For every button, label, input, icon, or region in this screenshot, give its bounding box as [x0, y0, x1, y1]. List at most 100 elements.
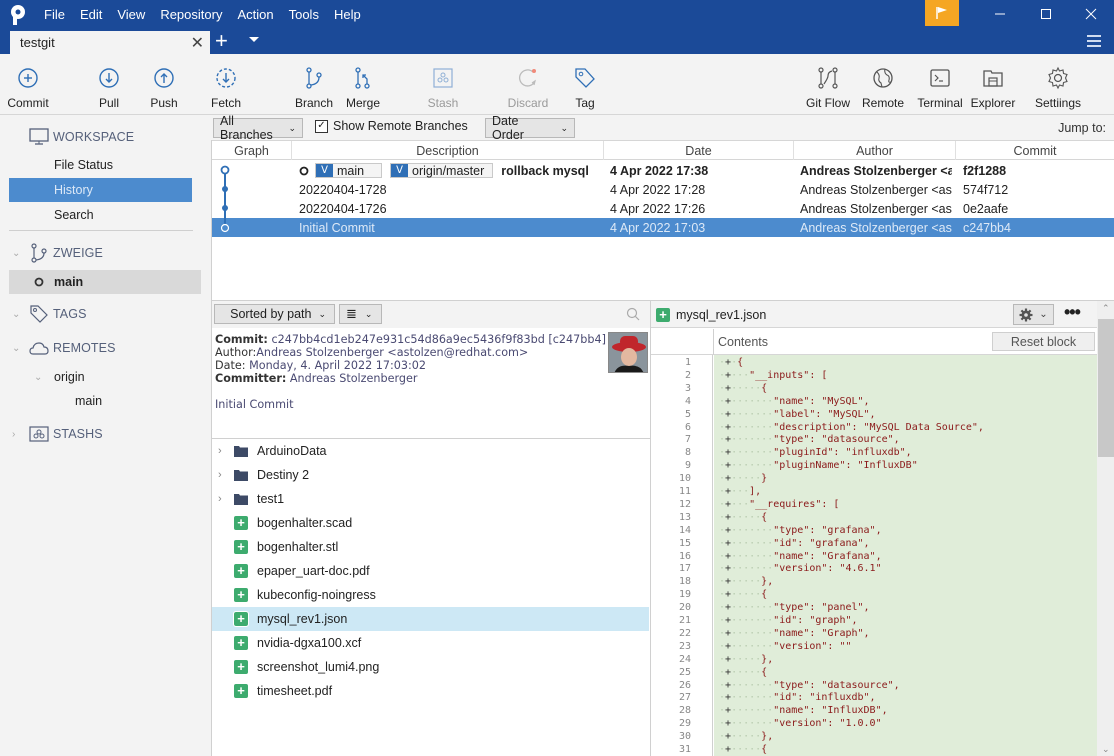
chevron-right-icon[interactable]: › — [218, 469, 222, 481]
chevron-down-icon[interactable]: ⌄ — [12, 309, 20, 320]
date-cell: 4 Apr 2022 17:28 — [610, 182, 706, 197]
column-graph[interactable]: Graph — [212, 141, 292, 160]
date-cell: 4 Apr 2022 17:03 — [610, 220, 706, 235]
terminal-button[interactable]: Terminal — [916, 54, 964, 114]
sidebar-section-branches[interactable]: ⌄ ZWEIGE — [0, 240, 210, 266]
new-tab-button[interactable]: + — [215, 29, 228, 53]
sidebar-item-history[interactable]: History — [9, 178, 192, 202]
tab-testgit[interactable]: testgit ✕ — [10, 31, 210, 54]
file-row[interactable]: + epaper_uart-doc.pdf — [212, 559, 649, 583]
branch-badge-main[interactable]: ⴸ main — [315, 163, 382, 178]
commit-author: Andreas Stolzenberger <astolzen@redhat.c… — [256, 346, 529, 359]
file-row[interactable]: + bogenhalter.scad — [212, 511, 649, 535]
branches-dropdown[interactable]: All Branches ⌄ — [213, 114, 303, 142]
hamburger-menu-icon[interactable] — [1087, 35, 1101, 50]
stash-button[interactable]: Stash — [424, 54, 462, 114]
chevron-down-icon[interactable]: ⌄ — [12, 343, 20, 354]
sidebar-remote-origin[interactable]: ⌄ origin — [9, 365, 192, 389]
maximize-button[interactable] — [1023, 0, 1069, 28]
sidebar-section-remotes[interactable]: ⌄ REMOTES — [0, 335, 210, 361]
column-description[interactable]: Description — [292, 141, 604, 160]
tab-close-icon[interactable]: ✕ — [191, 33, 204, 53]
chevron-right-icon[interactable]: › — [218, 493, 222, 505]
folder-row[interactable]: › Destiny 2 — [212, 463, 649, 487]
discard-button[interactable]: Discard — [506, 54, 550, 114]
explorer-button[interactable]: Explorer — [970, 54, 1016, 114]
merge-button[interactable]: Merge — [344, 54, 382, 114]
menu-tools[interactable]: Tools — [289, 7, 319, 22]
file-row[interactable]: + nvidia-dgxa100.xcf — [212, 631, 649, 655]
tag-button[interactable]: Tag — [572, 54, 598, 114]
git-flow-button[interactable]: Git Flow — [805, 54, 851, 114]
menu-bar: File Edit View Repository Action Tools H… — [44, 0, 376, 28]
file-row[interactable]: + kubeconfig-noingress — [212, 583, 649, 607]
history-row[interactable]: 20220404-1728 4 Apr 2022 17:28 Andreas S… — [212, 180, 1114, 199]
more-options-icon[interactable]: ••• — [1064, 303, 1081, 321]
tab-dropdown-icon[interactable] — [249, 37, 259, 42]
scroll-down-icon[interactable]: ⌄ — [1102, 744, 1110, 755]
sidebar-remote-branch-main[interactable]: main — [9, 389, 192, 413]
show-remote-branches-checkbox[interactable]: ✓ Show Remote Branches — [315, 119, 468, 133]
head-commit-icon — [299, 166, 309, 175]
history-row[interactable]: ⴸ main ⴸ origin/master rollback mysql 4 Ap… — [212, 161, 1114, 180]
reset-block-button[interactable]: Reset block — [992, 332, 1095, 351]
sidebar-section-stashes[interactable]: › STASHS — [0, 421, 210, 447]
scrollbar-thumb[interactable] — [1098, 319, 1114, 457]
view-mode-dropdown[interactable]: ≣ ⌄ — [339, 304, 382, 324]
menu-edit[interactable]: Edit — [80, 7, 102, 22]
line-content: ·+···], — [719, 486, 762, 497]
folder-row[interactable]: › ArduinoData — [212, 439, 649, 463]
file-row[interactable]: + screenshot_lumi4.png — [212, 655, 649, 679]
branch-badge-origin-master[interactable]: ⴸ origin/master — [390, 163, 494, 178]
menu-file[interactable]: File — [44, 7, 65, 22]
notification-flag-button[interactable] — [925, 0, 959, 26]
menu-action[interactable]: Action — [237, 7, 273, 22]
order-dropdown[interactable]: Date Order ⌄ — [485, 114, 575, 142]
sidebar-item-search[interactable]: Search — [9, 203, 192, 227]
folder-icon — [234, 470, 248, 481]
file-row[interactable]: + mysql_rev1.json — [212, 607, 649, 631]
column-commit[interactable]: Commit — [956, 141, 1114, 160]
column-author[interactable]: Author — [794, 141, 956, 160]
chevron-down-icon[interactable]: ⌄ — [12, 248, 20, 259]
line-content: ·+·······"name": "MySQL", — [719, 395, 870, 407]
settings-button[interactable]: Settiings — [1032, 54, 1084, 114]
diff-filename: mysql_rev1.json — [676, 308, 767, 322]
commit-button[interactable]: Commit — [6, 54, 50, 114]
git-flow-icon — [818, 67, 838, 89]
column-date[interactable]: Date — [604, 141, 794, 160]
diff-line: 15 ·+·······"id": "grafana", — [651, 538, 1097, 551]
line-number: 28 — [678, 705, 691, 717]
sort-dropdown[interactable]: Sorted by path ⌄ — [214, 304, 335, 324]
history-row-selected[interactable]: Initial Commit 4 Apr 2022 17:03 Andreas … — [212, 218, 1114, 237]
sidebar-branch-main[interactable]: main — [9, 270, 201, 294]
sidebar-item-file-status[interactable]: File Status — [9, 153, 192, 177]
pull-button[interactable]: Pull — [92, 54, 126, 114]
checkbox-checked-icon[interactable]: ✓ — [315, 119, 328, 133]
chevron-down-icon[interactable]: ⌄ — [34, 372, 42, 383]
chevron-right-icon[interactable]: › — [218, 445, 222, 457]
minimize-button[interactable] — [977, 0, 1023, 28]
scroll-up-icon[interactable]: ⌃ — [1102, 303, 1110, 314]
close-window-button[interactable] — [1068, 0, 1114, 28]
branch-icon: ⴸ — [316, 164, 333, 177]
chevron-right-icon[interactable]: › — [12, 429, 15, 440]
added-file-icon: + — [234, 660, 248, 674]
branch-button[interactable]: Branch — [294, 54, 334, 114]
diff-scrollbar[interactable]: ⌃ ⌄ — [1097, 301, 1114, 756]
history-row[interactable]: 20220404-1726 4 Apr 2022 17:26 Andreas S… — [212, 199, 1114, 218]
menu-repository[interactable]: Repository — [160, 7, 222, 22]
menu-help[interactable]: Help — [334, 7, 361, 22]
search-icon[interactable] — [626, 307, 640, 321]
menu-view[interactable]: View — [117, 7, 145, 22]
remote-button[interactable]: Remote — [862, 54, 904, 114]
sidebar-section-tags[interactable]: ⌄ TAGS — [0, 301, 210, 327]
push-button[interactable]: Push — [146, 54, 182, 114]
diff-options-button[interactable]: ⌄ — [1013, 304, 1054, 325]
folder-row[interactable]: › test1 — [212, 487, 649, 511]
file-row[interactable]: + bogenhalter.stl — [212, 535, 649, 559]
file-row[interactable]: + timesheet.pdf — [212, 679, 649, 703]
commit-details-panel: Sorted by path ⌄ ≣ ⌄ Commit: c247bb4cd1eb2… — [211, 300, 651, 756]
diff-line: 5 ·+·······"label": "MySQL", — [651, 409, 1097, 422]
fetch-button[interactable]: Fetch — [207, 54, 245, 114]
